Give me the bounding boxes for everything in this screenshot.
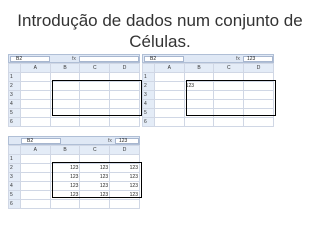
- cell[interactable]: [19, 72, 51, 82]
- cell[interactable]: [19, 117, 51, 127]
- cell[interactable]: [153, 99, 185, 109]
- column-header[interactable]: C: [213, 63, 245, 73]
- row-header[interactable]: 4: [8, 99, 21, 109]
- table-row: 6: [8, 199, 140, 209]
- cell[interactable]: [19, 181, 51, 191]
- column-header[interactable]: B: [49, 145, 81, 155]
- row-header[interactable]: 4: [8, 181, 21, 191]
- cell[interactable]: [19, 108, 51, 118]
- row-header[interactable]: 6: [8, 199, 21, 209]
- cell[interactable]: [19, 99, 51, 109]
- row-header[interactable]: 1: [142, 72, 155, 82]
- cell[interactable]: [79, 199, 111, 209]
- row-header[interactable]: 1: [8, 72, 21, 82]
- spreadsheet-b2-entry: B2 fx 123 A B C D 1 2 123 3 4 5 6: [142, 54, 276, 127]
- fx-icon: fx: [72, 56, 76, 62]
- row-header[interactable]: 2: [8, 81, 21, 91]
- cell[interactable]: [49, 117, 81, 127]
- row-header[interactable]: 3: [8, 90, 21, 100]
- selection-range: [186, 80, 276, 116]
- name-box[interactable]: B2: [21, 138, 61, 144]
- name-box[interactable]: B2: [10, 56, 50, 62]
- cell[interactable]: [183, 117, 215, 127]
- fx-icon: fx: [236, 56, 240, 62]
- column-header-row: A B C D: [8, 63, 140, 73]
- cell[interactable]: [243, 117, 274, 127]
- slide-title-line2: Células.: [129, 32, 191, 51]
- cell[interactable]: [19, 81, 51, 91]
- column-header[interactable]: C: [79, 145, 111, 155]
- row-header[interactable]: 2: [142, 81, 155, 91]
- formula-bar: B2 fx 123: [142, 54, 274, 63]
- formula-input[interactable]: 123: [115, 138, 139, 144]
- selection-range: [52, 162, 142, 198]
- table-row: 6: [142, 117, 274, 127]
- corner-cell[interactable]: [142, 63, 155, 73]
- column-header[interactable]: D: [243, 63, 274, 73]
- cell[interactable]: [19, 172, 51, 182]
- column-header[interactable]: B: [49, 63, 81, 73]
- selection-range: [52, 80, 142, 116]
- row-header[interactable]: 5: [142, 108, 155, 118]
- table-row: 6: [8, 117, 140, 127]
- row-header[interactable]: 5: [8, 190, 21, 200]
- column-header[interactable]: D: [109, 63, 140, 73]
- fx-icon: fx: [108, 138, 112, 144]
- row-header[interactable]: 3: [142, 90, 155, 100]
- cell[interactable]: [153, 81, 185, 91]
- row-header[interactable]: 6: [8, 117, 21, 127]
- name-box[interactable]: B2: [144, 56, 184, 62]
- cell[interactable]: [213, 117, 245, 127]
- cell[interactable]: [109, 199, 140, 209]
- cell[interactable]: [19, 199, 51, 209]
- cell[interactable]: [109, 117, 140, 127]
- formula-bar: B2 fx: [8, 54, 140, 63]
- cell[interactable]: [153, 108, 185, 118]
- column-header[interactable]: C: [79, 63, 111, 73]
- column-header-row: A B C D: [142, 63, 274, 73]
- spreadsheet-empty-selection: B2 fx A B C D 1 2 3 4 5 6: [8, 54, 142, 127]
- formula-input[interactable]: 123: [243, 56, 273, 62]
- row-header[interactable]: 5: [8, 108, 21, 118]
- column-header[interactable]: A: [19, 63, 51, 73]
- cell[interactable]: [19, 163, 51, 173]
- row-header[interactable]: 4: [142, 99, 155, 109]
- row-header[interactable]: 1: [8, 154, 21, 164]
- cell[interactable]: [19, 190, 51, 200]
- row-header[interactable]: 6: [142, 117, 155, 127]
- corner-cell[interactable]: [8, 145, 21, 155]
- column-header[interactable]: D: [109, 145, 140, 155]
- corner-cell[interactable]: [8, 63, 21, 73]
- slide-title-line1: Introdução de dados num conjunto de: [17, 11, 303, 30]
- cell[interactable]: [153, 72, 185, 82]
- row-header[interactable]: 3: [8, 172, 21, 182]
- cell[interactable]: [153, 90, 185, 100]
- formula-bar: B2 fx 123: [8, 136, 140, 145]
- cell[interactable]: [153, 117, 185, 127]
- column-header[interactable]: A: [153, 63, 185, 73]
- row-header[interactable]: 2: [8, 163, 21, 173]
- spreadsheet-filled-range: B2 fx 123 A B C D 1 2 123 123 123 3 123 123 12…: [8, 136, 142, 209]
- cell[interactable]: [79, 117, 111, 127]
- cell[interactable]: [19, 154, 51, 164]
- column-header-row: A B C D: [8, 145, 140, 155]
- formula-input[interactable]: [79, 56, 139, 62]
- column-header[interactable]: A: [19, 145, 51, 155]
- cell[interactable]: [49, 199, 81, 209]
- slide-title: Introdução de dados num conjunto de Célu…: [0, 10, 320, 52]
- cell[interactable]: [19, 90, 51, 100]
- column-header[interactable]: B: [183, 63, 215, 73]
